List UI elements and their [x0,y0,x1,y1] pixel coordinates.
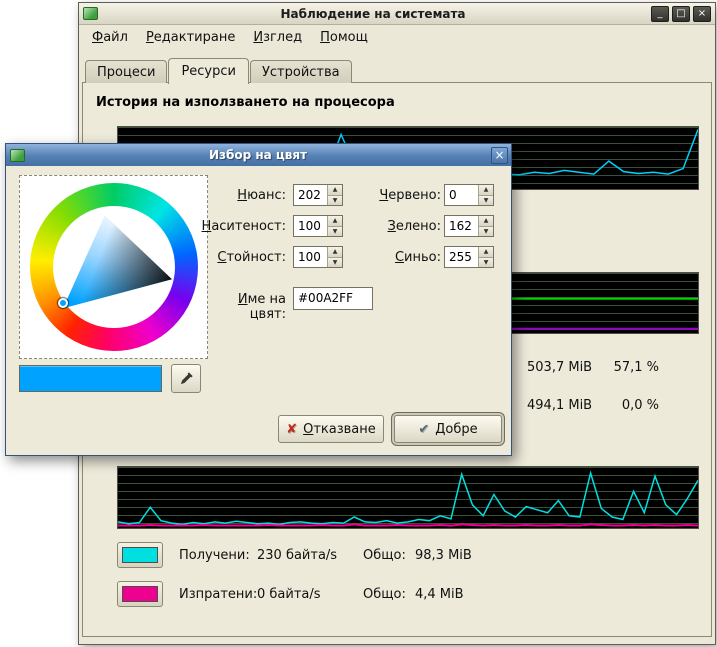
color-name-input[interactable]: #00A2FF [293,287,373,310]
saturation-label: Наситеност: [201,219,286,234]
tabstrip: Процеси Ресурси Устройства [85,57,353,83]
hue-spin-arrows: ▲ ▼ [327,185,342,205]
selected-color-preview [19,365,162,392]
memory-value: 503,7 MiB [527,360,611,375]
menu-help[interactable]: Помощ [311,27,377,48]
swap-stat-row: 494,1 MiB 0,0 % [527,398,659,413]
received-color-button[interactable] [117,542,163,568]
swap-percent: 0,0 % [611,398,659,413]
sent-label: Изпратени: [179,587,257,602]
saturation-spinbox[interactable]: 100 ▲ ▼ [293,215,343,237]
maximize-button[interactable]: □ [672,6,690,22]
minimize-button[interactable]: _ [651,6,669,22]
menu-file[interactable]: Файл [83,27,137,48]
red-spin-up-icon[interactable]: ▲ [479,185,493,196]
dialog-app-icon [10,149,25,162]
green-spinbox[interactable]: 162 ▲ ▼ [444,215,494,237]
dialog-titlebar[interactable]: Избор на цвят × [6,144,511,166]
sent-total-label: Общо: [363,587,415,602]
color-picker-dialog: Избор на цвят × Нюанс: 202 ▲ ▼ Наситенос… [5,143,512,456]
swap-value: 494,1 MiB [527,398,611,413]
hue-label: Нюанс: [201,188,286,203]
hue-spinbox[interactable]: 202 ▲ ▼ [293,184,343,206]
cancel-icon: ✘ [286,423,297,436]
received-rate: 230 байта/s [257,548,363,563]
blue-spin-arrows: ▲ ▼ [478,247,493,267]
network-history-chart [117,466,699,529]
eyedropper-button[interactable] [171,364,201,393]
value-spinbox[interactable]: 100 ▲ ▼ [293,246,343,268]
value-spin-arrows: ▲ ▼ [327,247,342,267]
ok-icon: ✔ [418,423,429,436]
blue-spin-down-icon[interactable]: ▼ [479,258,493,268]
app-icon [83,7,98,20]
green-spin-up-icon[interactable]: ▲ [479,216,493,227]
value-spin-up-icon[interactable]: ▲ [328,247,342,258]
blue-spin-up-icon[interactable]: ▲ [479,247,493,258]
cancel-label: Отказване [303,422,376,437]
received-label: Получени: [179,548,257,563]
red-value[interactable]: 0 [445,185,478,205]
memory-stat-row: 503,7 MiB 57,1 % [527,360,659,375]
menu-view[interactable]: Изглед [244,27,311,48]
blue-spinbox[interactable]: 255 ▲ ▼ [444,246,494,268]
sent-total: 4,4 MiB [415,587,464,602]
ok-label: Добре [435,422,477,437]
received-total: 98,3 MiB [415,548,472,563]
tab-devices[interactable]: Устройства [250,60,352,83]
saturation-spin-down-icon[interactable]: ▼ [328,227,342,237]
green-label: Зелено: [356,219,441,234]
value-spin-down-icon[interactable]: ▼ [328,258,342,268]
cancel-button[interactable]: ✘ Отказване [278,415,384,443]
memory-percent: 57,1 % [611,360,659,375]
tab-resources[interactable]: Ресурси [168,58,249,84]
eyedropper-icon [179,371,194,386]
hue-spin-down-icon[interactable]: ▼ [328,196,342,206]
cpu-history-heading: История на използването на процесора [96,95,395,110]
sent-color-swatch [122,586,158,602]
main-window-title: Наблюдение на системата [98,7,648,21]
red-spinbox[interactable]: 0 ▲ ▼ [444,184,494,206]
hue-spin-up-icon[interactable]: ▲ [328,185,342,196]
blue-label: Синьо: [356,250,441,265]
color-selection-marker[interactable] [58,298,68,308]
blue-value[interactable]: 255 [445,247,478,267]
menu-edit[interactable]: Редактиране [137,27,244,48]
hsv-wheel-area[interactable] [19,175,208,359]
green-spin-down-icon[interactable]: ▼ [479,227,493,237]
saturation-spin-arrows: ▲ ▼ [327,216,342,236]
ok-button[interactable]: ✔ Добре [394,415,502,443]
received-legend-row: Получени: 230 байта/s Общо: 98,3 MiB [117,542,472,568]
close-button[interactable]: × [693,6,711,22]
tab-processes[interactable]: Процеси [85,60,167,83]
dialog-close-button[interactable]: × [491,147,508,164]
hue-value[interactable]: 202 [294,185,327,205]
value-value[interactable]: 100 [294,247,327,267]
saturation-spin-up-icon[interactable]: ▲ [328,216,342,227]
sent-legend-row: Изпратени: 0 байта/s Общо: 4,4 MiB [117,581,464,607]
color-name-label: Име на цвят: [201,292,286,322]
main-titlebar[interactable]: Наблюдение на системата _ □ × [79,3,715,25]
sent-rate: 0 байта/s [257,587,363,602]
green-value[interactable]: 162 [445,216,478,236]
received-total-label: Общо: [363,548,415,563]
menubar: Файл Редактиране Изглед Помощ [79,25,715,49]
received-color-swatch [122,547,158,563]
sent-color-button[interactable] [117,581,163,607]
dialog-title: Избор на цвят [25,148,491,162]
green-spin-arrows: ▲ ▼ [478,216,493,236]
red-spin-down-icon[interactable]: ▼ [479,196,493,206]
value-label: Стойност: [201,250,286,265]
saturation-value[interactable]: 100 [294,216,327,236]
red-spin-arrows: ▲ ▼ [478,185,493,205]
red-label: Червено: [356,188,441,203]
